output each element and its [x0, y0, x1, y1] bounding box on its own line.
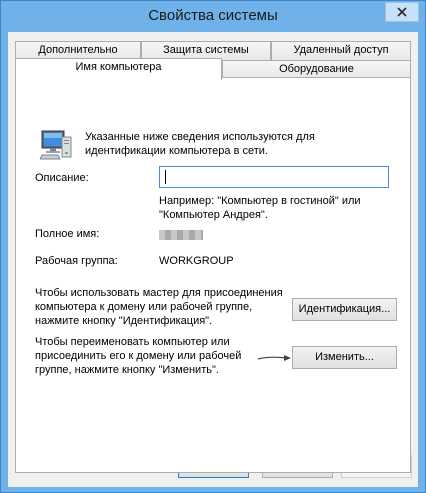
full-name-value-redacted	[159, 230, 203, 240]
network-id-button[interactable]: Идентификация...	[292, 298, 397, 321]
workgroup-value: WORKGROUP	[159, 255, 234, 267]
description-label: Описание:	[35, 172, 89, 184]
window-title: Свойства системы	[148, 7, 278, 24]
change-button[interactable]: Изменить...	[292, 346, 397, 369]
tab-computer-name[interactable]: Имя компьютера	[15, 58, 222, 80]
computer-name-panel: Указанные ниже сведения используются для…	[15, 77, 411, 473]
tab-remote[interactable]: Удаленный доступ	[271, 41, 411, 60]
example-text: Например: "Компьютер в гостиной" или "Ко…	[159, 195, 361, 221]
close-icon	[397, 7, 407, 17]
system-properties-window: Свойства системы Дополнительно Защита си…	[0, 0, 426, 493]
rename-text: Чтобы переименовать компьютер или присое…	[35, 336, 242, 376]
title-bar[interactable]: Свойства системы	[1, 1, 425, 32]
close-button[interactable]	[385, 2, 419, 22]
dialog-client-area: Дополнительно Защита системы Удаленный д…	[8, 32, 418, 487]
computer-icon	[40, 130, 72, 160]
text-caret	[165, 170, 166, 184]
full-name-label: Полное имя:	[35, 228, 100, 240]
description-input[interactable]	[159, 166, 389, 188]
network-id-text: Чтобы использовать мастер для присоедине…	[35, 287, 283, 327]
workgroup-label: Рабочая группа:	[35, 255, 118, 267]
info-text: Указанные ниже сведения используются для…	[85, 131, 315, 157]
arrow-right-icon	[257, 355, 291, 361]
